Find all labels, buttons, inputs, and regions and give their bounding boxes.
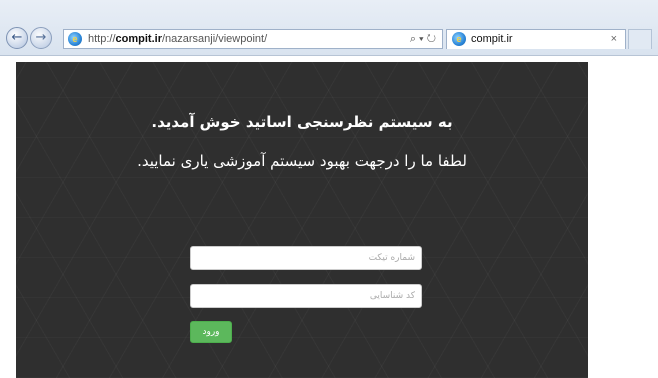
welcome-heading: به سیستم نظرسنجی اساتید خوش آمدید.	[151, 113, 453, 131]
arrow-left-icon: ←	[11, 30, 23, 45]
new-tab-button[interactable]	[628, 29, 652, 49]
subtitle-text: لطفا ما را درجهت بهبود سیستم آموزشی یاری…	[137, 152, 467, 170]
login-button[interactable]: ورود	[190, 321, 232, 343]
url-text: http://compit.ir/nazarsanji/viewpoint/	[88, 33, 268, 45]
forward-button[interactable]: →	[30, 27, 52, 49]
arrow-right-icon: →	[35, 30, 47, 45]
ie-logo-icon: e	[68, 32, 82, 46]
tab-title: compit.ir	[471, 33, 513, 45]
tab-compit[interactable]: e compit.ir ×	[446, 29, 626, 49]
search-refresh-icons[interactable]: ⌕ ▾ ↻	[410, 30, 436, 48]
browser-toolbar: ← → e http://compit.ir/nazarsanji/viewpo…	[0, 0, 658, 56]
close-tab-icon[interactable]: ×	[611, 30, 617, 48]
ie-logo-icon: e	[452, 32, 466, 46]
login-panel: به سیستم نظرسنجی اساتید خوش آمدید. لطفا …	[16, 62, 588, 378]
back-button[interactable]: ←	[6, 27, 28, 49]
ticket-number-input[interactable]	[190, 246, 422, 270]
page-content: به سیستم نظرسنجی اساتید خوش آمدید. لطفا …	[0, 56, 658, 378]
address-bar[interactable]: e http://compit.ir/nazarsanji/viewpoint/…	[63, 29, 443, 49]
identification-code-input[interactable]	[190, 284, 422, 308]
